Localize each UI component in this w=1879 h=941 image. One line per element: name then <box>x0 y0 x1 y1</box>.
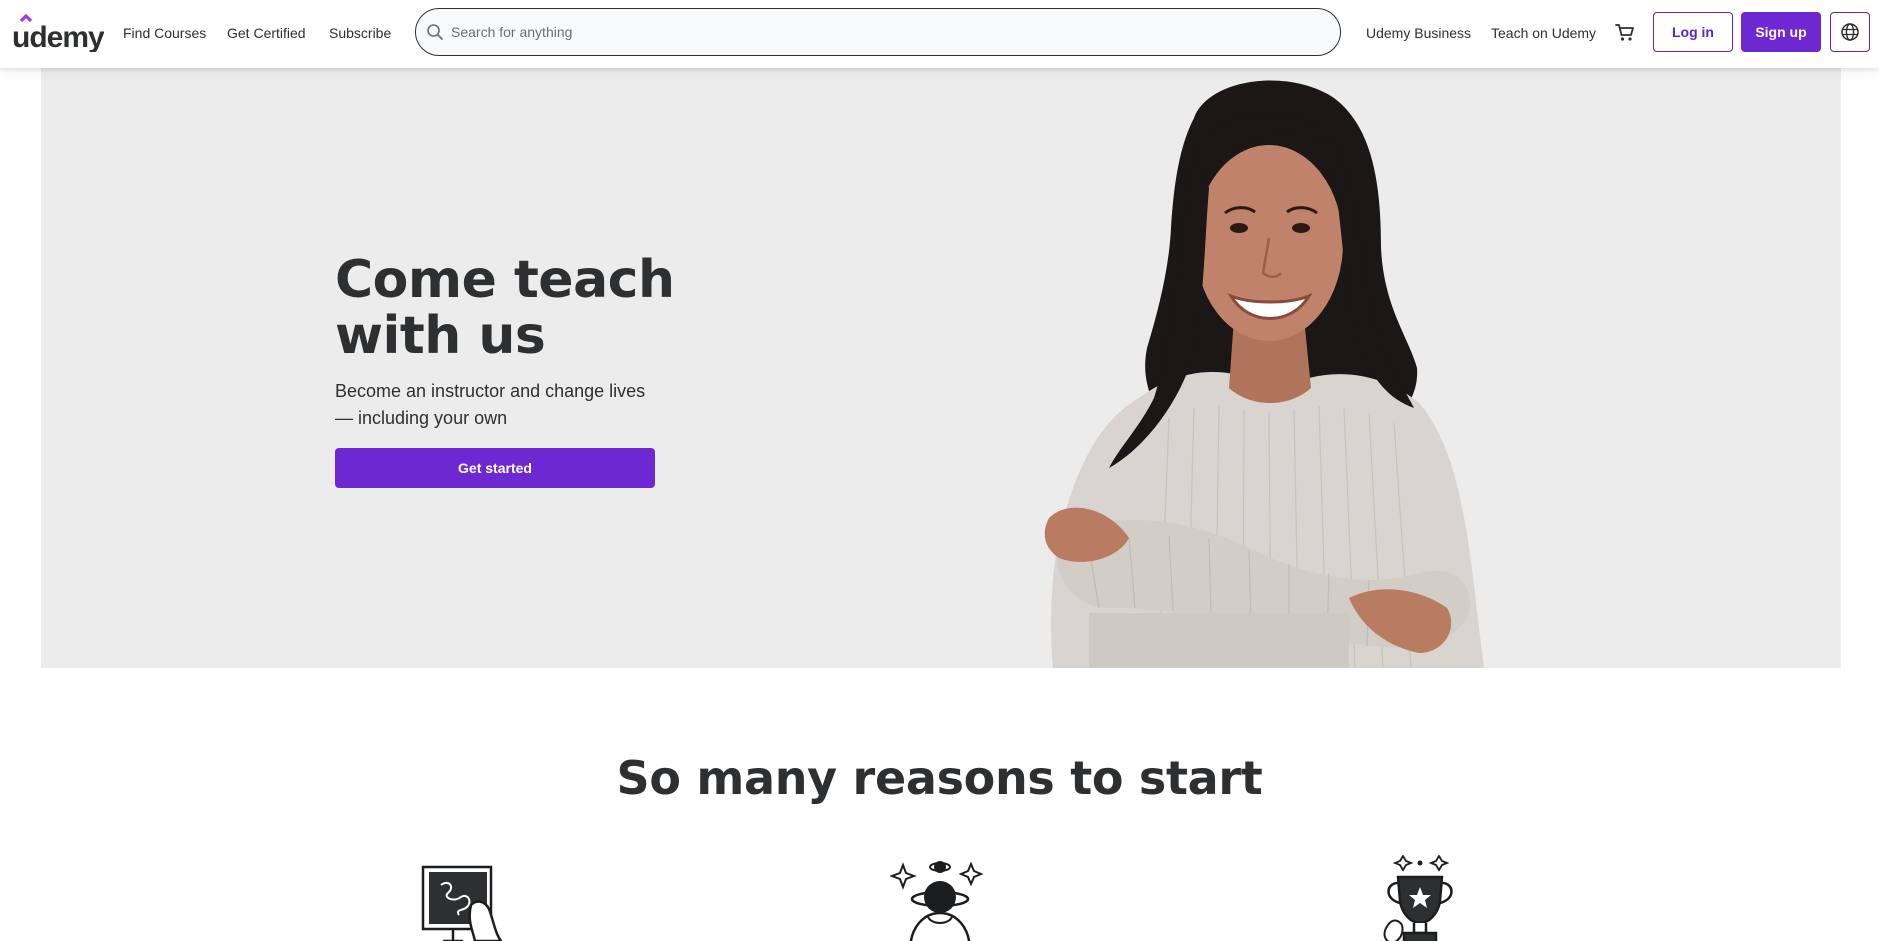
trophy-illustration <box>1370 855 1470 941</box>
hero-title-line-2: with us <box>335 306 546 366</box>
udemy-logo[interactable]: udemy <box>12 14 104 52</box>
reasons-title: So many reasons to start <box>616 751 1263 805</box>
hero-banner: Come teach with us Become an instructor … <box>41 68 1841 668</box>
login-button[interactable]: Log in <box>1653 12 1733 52</box>
nav-get-certified[interactable]: Get Certified <box>227 24 306 42</box>
teaching-board-illustration <box>415 855 515 941</box>
nav-subscribe[interactable]: Subscribe <box>329 24 391 42</box>
nav-find-courses[interactable]: Find Courses <box>123 24 206 42</box>
hero-subtitle-line-1: Become an instructor and change lives <box>335 381 646 401</box>
nav-udemy-business[interactable]: Udemy Business <box>1366 24 1471 42</box>
search-icon[interactable] <box>425 22 445 42</box>
hero-subtitle-line-2: — including your own <box>335 408 508 428</box>
top-navigation-bar: udemy Find Courses Get Certified Subscri… <box>0 0 1879 68</box>
get-started-button[interactable]: Get started <box>335 448 655 488</box>
hero-title: Come teach with us <box>335 252 675 364</box>
planet-person-illustration <box>890 855 990 941</box>
nav-teach-on-udemy[interactable]: Teach on Udemy <box>1491 24 1596 42</box>
search-input[interactable] <box>451 9 1311 55</box>
instructor-photo <box>989 68 1509 668</box>
language-button[interactable] <box>1830 12 1870 52</box>
globe-icon <box>1841 23 1859 41</box>
udemy-logo-icon: udemy <box>12 14 104 52</box>
hero-title-line-1: Come teach <box>335 250 675 310</box>
hero-subtitle: Become an instructor and change lives — … <box>335 378 655 432</box>
shopping-cart-icon[interactable] <box>1613 20 1637 44</box>
svg-text:udemy: udemy <box>12 21 104 52</box>
signup-button[interactable]: Sign up <box>1741 12 1821 52</box>
hero-copy: Come teach with us Become an instructor … <box>335 252 675 488</box>
search-bar <box>415 8 1341 56</box>
